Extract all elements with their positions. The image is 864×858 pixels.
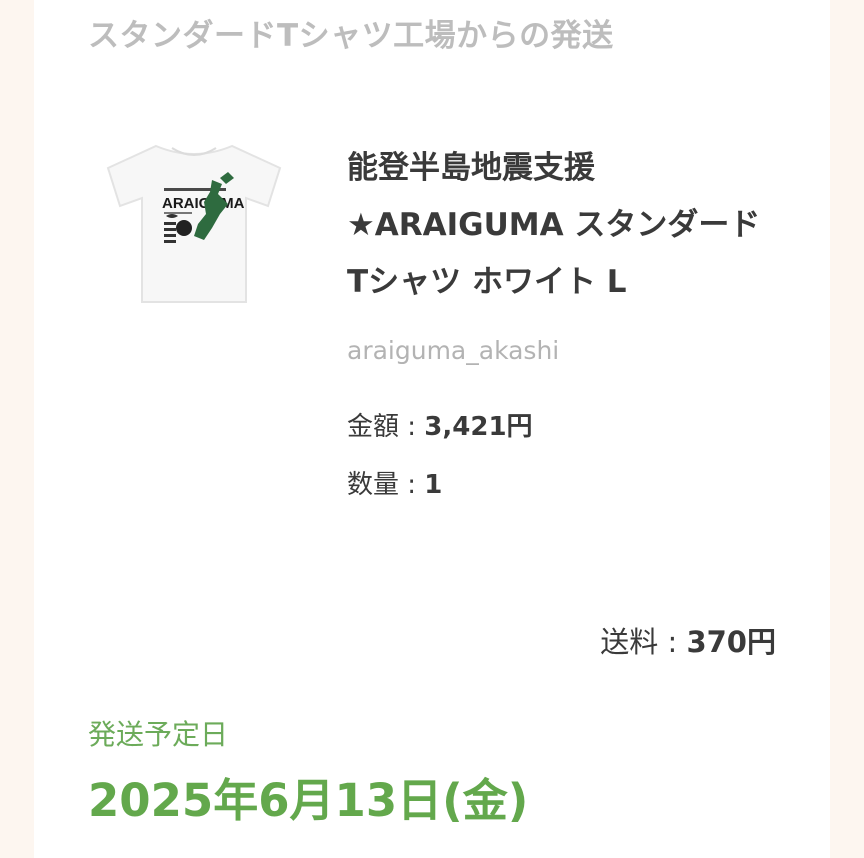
ship-date-label: 発送予定日 bbox=[88, 718, 229, 751]
shipping-row: 送料 : 370円 bbox=[600, 619, 776, 661]
quantity-row: 数量 : 1 bbox=[347, 464, 442, 501]
quantity-label: 数量 : bbox=[347, 470, 425, 500]
ship-date-value: 2025年6月13日(金) bbox=[88, 774, 529, 827]
product-name[interactable]: 能登半島地震支援★ARAIGUMA スタンダードTシャツ ホワイト L bbox=[347, 140, 777, 311]
tshirt-shape bbox=[106, 144, 282, 303]
print-text: ARAIGUMA bbox=[162, 195, 245, 212]
shipping-label: 送料 : bbox=[600, 625, 687, 659]
product-image[interactable]: ARAIGUMA bbox=[94, 132, 294, 312]
shop-name[interactable]: araiguma_akashi bbox=[347, 336, 559, 365]
price-label: 金額 : bbox=[347, 412, 425, 442]
order-panel: スタンダードTシャツ工場からの発送 ARAIGUMA 能登半島地震支援★ARAI… bbox=[34, 0, 830, 858]
shipping-value: 370円 bbox=[686, 625, 776, 659]
quantity-value: 1 bbox=[424, 470, 443, 500]
price-value: 3,421円 bbox=[424, 412, 533, 442]
section-title: スタンダードTシャツ工場からの発送 bbox=[88, 18, 614, 54]
price-row: 金額 : 3,421円 bbox=[347, 406, 533, 443]
